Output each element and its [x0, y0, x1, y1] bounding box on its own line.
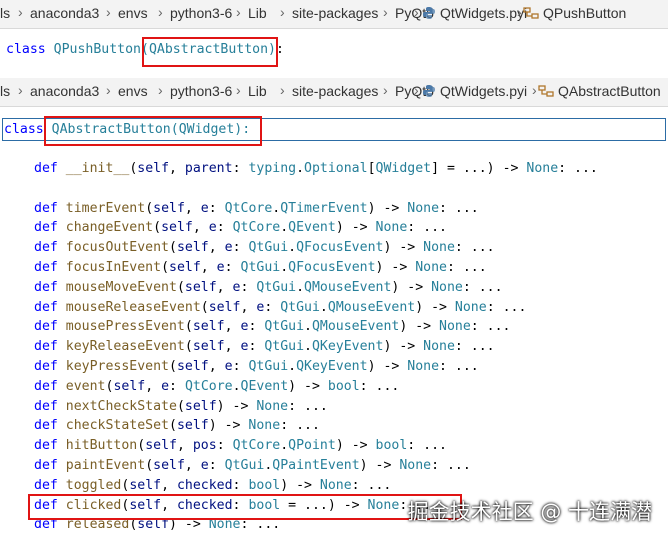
- code-line: def nextCheckState(self) -> None: ...: [34, 399, 328, 414]
- breadcrumb-item[interactable]: Lib: [248, 5, 267, 21]
- breadcrumb-item[interactable]: QPushButton: [543, 5, 626, 21]
- chevron-right-icon: ›: [414, 4, 419, 20]
- chevron-right-icon: ›: [383, 82, 388, 98]
- chevron-right-icon: ›: [517, 4, 522, 20]
- code-line: def keyReleaseEvent(self, e: QtGui.QKeyE…: [34, 339, 495, 354]
- chevron-right-icon: ›: [158, 82, 163, 98]
- code-line: def event(self, e: QtCore.QEvent) -> boo…: [34, 379, 400, 394]
- code-line: def paintEvent(self, e: QtGui.QPaintEven…: [34, 458, 471, 473]
- python-file-icon: [422, 84, 436, 98]
- chevron-right-icon: ›: [414, 82, 419, 98]
- code-line: def __init__(self, parent: typing.Option…: [34, 161, 598, 176]
- code-line: def mouseReleaseEvent(self, e: QtGui.QMo…: [34, 300, 527, 315]
- breadcrumb-item[interactable]: envs: [118, 83, 148, 99]
- breadcrumb-item[interactable]: python3-6: [170, 5, 232, 21]
- breadcrumb-item[interactable]: envs: [118, 5, 148, 21]
- chevron-right-icon: ›: [532, 82, 537, 98]
- breadcrumb-second: ls › anaconda3 › envs › python3-6 › Lib › site-pac…: [0, 78, 668, 106]
- code-line: def focusInEvent(self, e: QtGui.QFocusEv…: [34, 260, 487, 275]
- highlight-box-clicked: [28, 494, 462, 520]
- chevron-right-icon: ›: [236, 82, 241, 98]
- breadcrumb-item[interactable]: site-packages: [292, 83, 378, 99]
- chevron-right-icon: ›: [106, 4, 111, 20]
- breadcrumb-item[interactable]: QtWidgets.pyi: [440, 83, 527, 99]
- python-file-icon: [422, 6, 436, 20]
- code-line: def focusOutEvent(self, e: QtGui.QFocusE…: [34, 240, 495, 255]
- divider: [0, 106, 668, 107]
- class-keyword: class: [4, 122, 44, 137]
- breadcrumb-item[interactable]: anaconda3: [30, 83, 99, 99]
- breadcrumb-item[interactable]: python3-6: [170, 83, 232, 99]
- code-line: def timerEvent(self, e: QtCore.QTimerEve…: [34, 201, 479, 216]
- chevron-right-icon: ›: [18, 4, 23, 20]
- code-line: def mouseMoveEvent(self, e: QtGui.QMouse…: [34, 280, 503, 295]
- highlight-box-base-class: [142, 37, 278, 67]
- chevron-right-icon: ›: [280, 82, 285, 98]
- divider: [0, 28, 668, 29]
- class-symbol-icon: [523, 6, 539, 20]
- chevron-right-icon: ›: [383, 4, 388, 20]
- chevron-right-icon: ›: [280, 4, 285, 20]
- breadcrumb-item[interactable]: QAbstractButton: [558, 83, 661, 99]
- highlight-box-class-decl: [44, 116, 262, 146]
- chevron-right-icon: ›: [18, 82, 23, 98]
- watermark: 掘金技术社区 @ 十连满潜: [407, 500, 652, 524]
- code-line: def keyPressEvent(self, e: QtGui.QKeyEve…: [34, 359, 479, 374]
- breadcrumb-item[interactable]: ls: [0, 83, 10, 99]
- chevron-right-icon: ›: [236, 4, 241, 20]
- breadcrumb-top: ls › anaconda3 › envs › python3-6 › Lib › site-pac…: [0, 0, 668, 28]
- code-line: def mousePressEvent(self, e: QtGui.QMous…: [34, 319, 511, 334]
- breadcrumb-item[interactable]: ls: [0, 5, 10, 21]
- class-name[interactable]: QPushButton: [54, 42, 141, 57]
- breadcrumb-item[interactable]: QtWidgets.pyi: [440, 5, 527, 21]
- class-keyword: class: [6, 42, 46, 57]
- chevron-right-icon: ›: [158, 4, 163, 20]
- breadcrumb-item[interactable]: Lib: [248, 83, 267, 99]
- code-line: def changeEvent(self, e: QtCore.QEvent) …: [34, 220, 447, 235]
- breadcrumb-item[interactable]: anaconda3: [30, 5, 99, 21]
- class-symbol-icon: [538, 84, 554, 98]
- chevron-right-icon: ›: [106, 82, 111, 98]
- code-line: def toggled(self, checked: bool) -> None…: [34, 478, 392, 493]
- code-line: def checkStateSet(self) -> None: ...: [34, 418, 320, 433]
- code-line: def hitButton(self, pos: QtCore.QPoint) …: [34, 438, 447, 453]
- breadcrumb-item[interactable]: site-packages: [292, 5, 378, 21]
